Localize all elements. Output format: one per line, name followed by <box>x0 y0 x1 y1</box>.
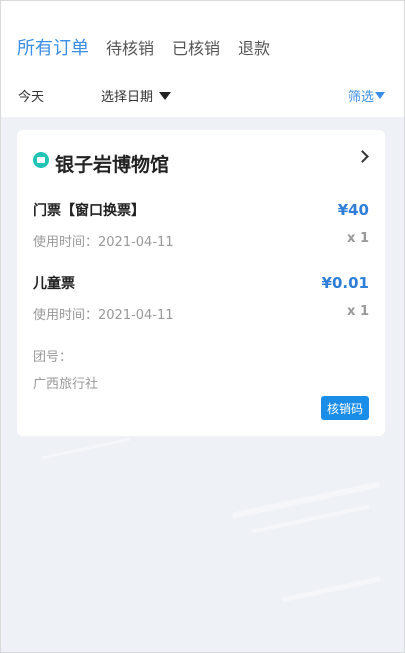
order-card[interactable]: 银子岩博物馆 门票【窗口换票】 ¥40 使用时间：2021-04-11 x 1 … <box>17 130 385 436</box>
filter-button[interactable]: 筛选 <box>348 86 385 105</box>
ticket-name: 儿童票 <box>33 276 75 292</box>
tab-refund[interactable]: 退款 <box>238 35 270 59</box>
ticket-quantity: x 1 <box>347 304 369 319</box>
tab-verified[interactable]: 已核销 <box>172 35 220 59</box>
group-number-label: 团号： <box>33 350 73 365</box>
order-tabs: 所有订单 待核销 已核销 退款 <box>17 34 288 60</box>
filter-row: 今天 选择日期 筛选 <box>0 86 405 108</box>
tab-pending-verification[interactable]: 待核销 <box>106 35 154 59</box>
chevron-right-icon[interactable] <box>356 150 369 163</box>
store-name: 银子岩博物馆 <box>55 154 170 176</box>
ticket-quantity: x 1 <box>347 231 369 246</box>
filter-label: 筛选 <box>347 90 374 105</box>
ticket-use-time: 使用时间：2021-04-11 <box>33 308 174 323</box>
ticket-price: ¥40 <box>337 201 369 219</box>
triangle-down-icon <box>375 92 385 99</box>
verification-code-button[interactable]: 核销码 <box>320 396 369 420</box>
ticket-name: 门票【窗口换票】 <box>33 203 145 219</box>
ticket-price: ¥0.01 <box>321 274 369 292</box>
ticket-use-time: 使用时间：2021-04-11 <box>33 235 174 250</box>
store-icon <box>33 152 49 168</box>
group-agency-name: 广西旅行社 <box>33 377 99 392</box>
date-picker[interactable]: 选择日期 <box>101 86 172 105</box>
triangle-down-icon <box>159 91 172 100</box>
date-picker-label: 选择日期 <box>101 90 154 105</box>
tab-all-orders[interactable]: 所有订单 <box>17 34 89 60</box>
today-filter[interactable]: 今天 <box>18 86 44 105</box>
